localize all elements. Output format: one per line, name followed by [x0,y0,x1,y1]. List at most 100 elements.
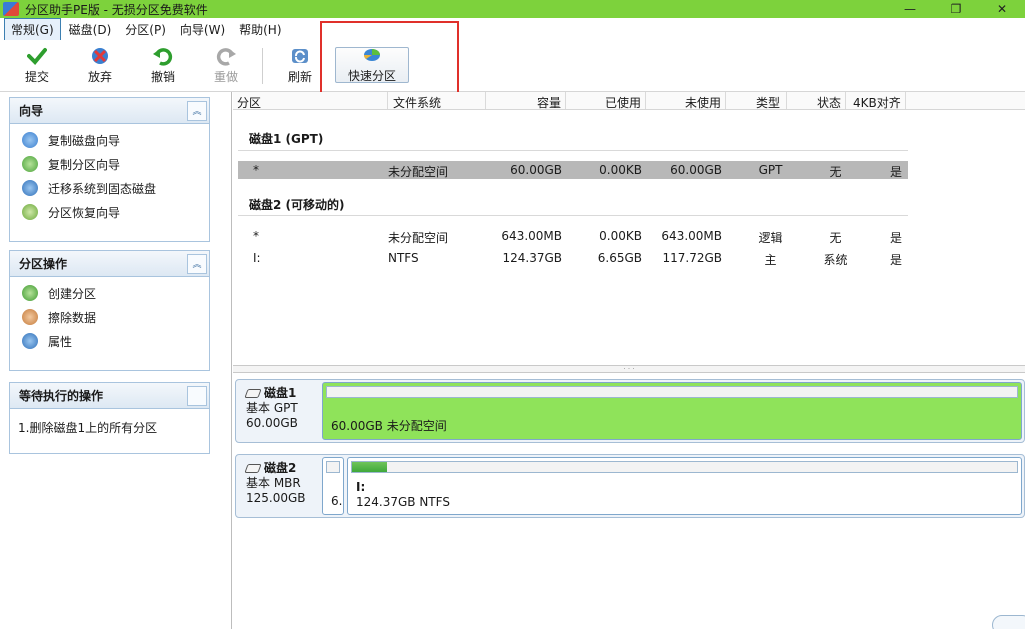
wizard-migrate-ssd[interactable]: 迁移系统到固态磁盘 [10,176,209,200]
usage-bar [351,461,1018,473]
cell-filesystem: NTFS [388,251,419,265]
menu-bar: 常规(G) 磁盘(D) 分区(P) 向导(W) 帮助(H) [0,17,1025,41]
usage-fill [352,462,388,472]
col-filesystem[interactable]: 文件系统 [393,94,441,111]
table-row[interactable]: I: NTFS 124.37GB 6.65GB 117.72GB 主 系统 是 [238,249,908,267]
partition-label: 124.37GB NTFS [356,495,450,509]
migrate-os-icon [22,180,38,196]
wizard-panel: 向导 ︽ 复制磁盘向导 复制分区向导 迁移系统到固态磁盘 分区恢复向导 [9,97,210,242]
disk-size: 60.00GB [246,416,298,430]
minimize-button[interactable]: — [887,0,933,18]
partition-block[interactable]: I: 124.37GB NTFS [347,457,1022,515]
cell-4k-align: 是 [890,253,903,267]
col-unused[interactable]: 未使用 [685,94,721,111]
partition-label: 6. [331,494,343,508]
collapse-icon[interactable]: ︽ [187,253,207,274]
close-button[interactable]: ✕ [979,0,1025,18]
op-wipe-data[interactable]: 擦除数据 [10,305,209,329]
column-header: 分区 文件系统 容量 已使用 未使用 类型 状态 4KB对齐 [233,92,1025,110]
partition-ops-header: 分区操作 ︽ [10,251,209,277]
disk-size: 125.00GB [246,491,306,505]
commit-button[interactable]: 提交 [13,46,61,86]
menu-help[interactable]: 帮助(H) [233,19,287,40]
op-properties[interactable]: 属性 [10,329,209,353]
pending-op-item: 1.删除磁盘1上的所有分区 [18,421,158,435]
cell-type: GPT [758,163,783,177]
pending-ops-title: 等待执行的操作 [19,389,104,403]
quick-partition-button[interactable]: 快速分区 [335,47,409,83]
pane-splitter[interactable]: · · · [233,365,1025,373]
undo-icon [152,46,174,66]
partition-block[interactable]: 60.00GB 未分配空间 [322,382,1022,440]
discard-button[interactable]: 放弃 [76,46,124,86]
wizard-partition-recovery[interactable]: 分区恢复向导 [10,200,209,224]
usage-bar [326,386,1018,398]
disk-card[interactable]: 磁盘2 基本 MBR 125.00GB 6. I: 124.37GB NTFS [235,454,1025,518]
maximize-button[interactable]: ❐ [933,0,979,18]
cell-status: 系统 [823,253,848,267]
table-row[interactable]: * 未分配空间 60.00GB 0.00KB 60.00GB GPT 无 是 [238,161,908,179]
cell-capacity: 60.00GB [510,163,562,177]
partition-ops-title: 分区操作 [19,257,68,271]
create-partition-icon [22,285,38,301]
menu-general[interactable]: 常规(G) [4,17,61,41]
col-capacity[interactable]: 容量 [537,94,561,111]
partition-label: 60.00GB 未分配空间 [331,419,447,433]
col-type[interactable]: 类型 [756,94,780,111]
op-create-partition[interactable]: 创建分区 [10,281,209,305]
cell-used: 6.65GB [597,251,642,265]
disk-map: 磁盘1 基本 GPT 60.00GB 60.00GB 未分配空间 磁盘2 基本 … [233,373,1025,629]
properties-icon [22,333,38,349]
col-used[interactable]: 已使用 [605,94,641,111]
undo-button[interactable]: 撤销 [139,46,187,86]
disk-card[interactable]: 磁盘1 基本 GPT 60.00GB 60.00GB 未分配空间 [235,379,1025,443]
collapse-icon[interactable]: ︽ [187,100,207,121]
wipe-data-icon [22,309,38,325]
menu-disk[interactable]: 磁盘(D) [63,19,118,40]
disk-kind: 基本 GPT [246,401,298,415]
redo-button[interactable]: 重做 [202,46,250,86]
partition-block[interactable]: 6. [322,457,344,515]
partition-drive: I: [356,480,366,494]
wizard-copy-disk[interactable]: 复制磁盘向导 [10,128,209,152]
col-divider [387,92,388,109]
partition-list: 分区 文件系统 容量 已使用 未使用 类型 状态 4KB对齐 磁盘1 (GPT)… [233,92,1025,365]
title-bar: 分区助手PE版 - 无损分区免费软件 — ❐ ✕ [0,0,1025,18]
disk-info: 磁盘1 基本 GPT 60.00GB [236,380,320,442]
refresh-button[interactable]: 刷新 [276,46,324,86]
cell-partition: I: [253,251,261,265]
collapse-icon[interactable] [187,385,207,406]
op-wipe-data-label: 擦除数据 [48,310,97,325]
col-divider [905,92,906,109]
wizard-panel-title: 向导 [19,104,44,118]
wizard-copy-partition-label: 复制分区向导 [48,157,121,172]
disk-info: 磁盘2 基本 MBR 125.00GB [236,455,320,517]
wizard-copy-partition[interactable]: 复制分区向导 [10,152,209,176]
op-create-partition-label: 创建分区 [48,286,97,301]
disk-icon [244,389,262,398]
app-logo-icon [3,2,19,16]
cell-filesystem: 未分配空间 [388,165,449,179]
table-row[interactable]: * 未分配空间 643.00MB 0.00KB 643.00MB 逻辑 无 是 [238,227,908,245]
group-divider [238,150,908,151]
wizard-migrate-ssd-label: 迁移系统到固态磁盘 [48,181,157,196]
col-4k-align[interactable]: 4KB对齐 [853,94,901,111]
wizard-copy-disk-label: 复制磁盘向导 [48,133,121,148]
menu-partition[interactable]: 分区(P) [119,19,172,40]
disk-kind: 基本 MBR [246,476,301,490]
col-divider [845,92,846,109]
col-divider [485,92,486,109]
disk-name-row: 磁盘2 [244,461,320,476]
disk-name: 磁盘1 [264,386,297,400]
disk-name-row: 磁盘1 [244,386,320,401]
status-indicator [992,615,1025,629]
toolbar-separator [262,48,263,84]
menu-wizard[interactable]: 向导(W) [174,19,231,40]
usage-bar [326,461,340,473]
disk-group-label: 磁盘2 (可移动的) [249,198,345,212]
cell-status: 无 [829,165,842,179]
disk-icon [244,464,262,473]
col-partition[interactable]: 分区 [237,94,261,111]
op-properties-label: 属性 [48,334,73,349]
col-status[interactable]: 状态 [817,94,841,111]
